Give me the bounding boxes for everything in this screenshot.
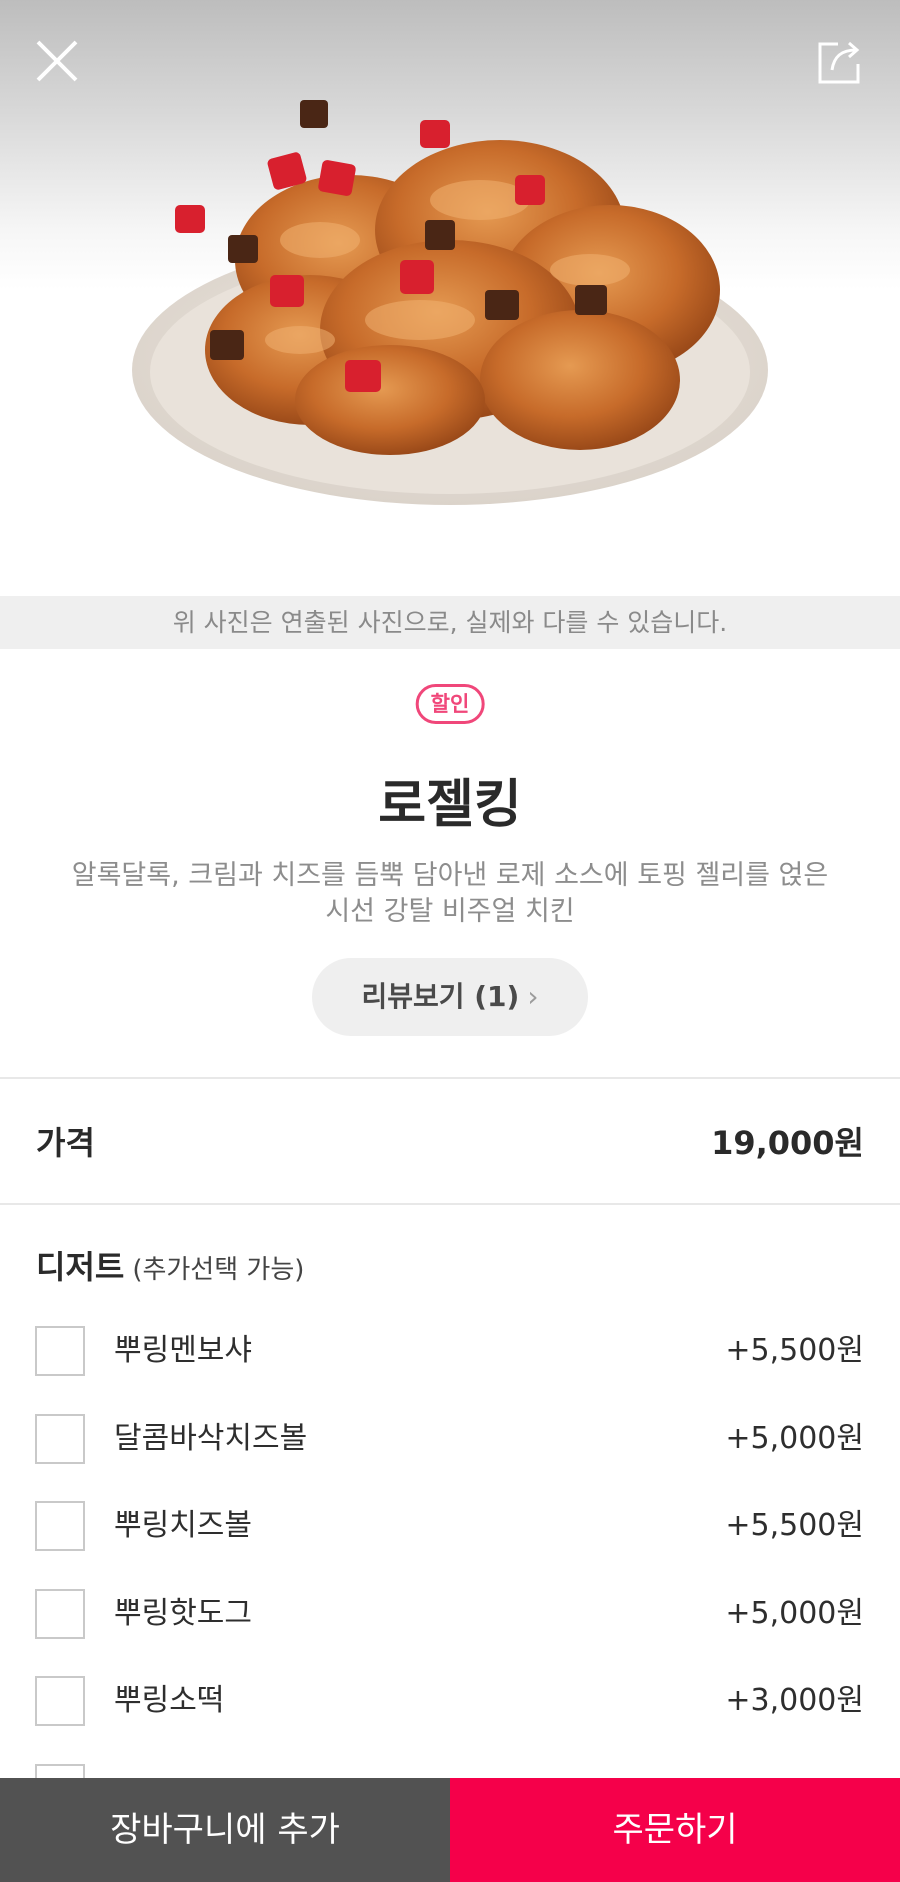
dessert-note: (추가선택 가능) (132, 1255, 305, 1285)
product-title: 로젤킹 (378, 775, 522, 835)
option-price: +5,000원 (725, 1420, 864, 1456)
bottom-action-bar: 장바구니에 추가 주문하기 (0, 1778, 900, 1882)
dessert-option[interactable]: 뿌링치즈볼 +5,500원 (0, 1501, 900, 1589)
dessert-option[interactable]: 뿌링멘보샤 +5,500원 (0, 1326, 900, 1414)
add-to-cart-button[interactable]: 장바구니에 추가 (0, 1778, 450, 1882)
dessert-option[interactable]: 뿌링소떡 +3,000원 (0, 1676, 900, 1764)
product-hero (0, 0, 900, 596)
option-name: 뿌링소떡 (114, 1683, 225, 1718)
option-checkbox[interactable] (35, 1413, 85, 1464)
review-button-label: 리뷰보기 (1) (361, 980, 520, 1013)
option-name: 달콤바삭치즈볼 (114, 1420, 308, 1456)
option-price: +3,000원 (725, 1683, 864, 1718)
photo-disclaimer: 위 사진은 연출된 사진으로, 실제와 다를 수 있습니다. (0, 596, 900, 649)
option-price: +5,000원 (725, 1595, 864, 1631)
option-name: 뿌링핫도그 (114, 1595, 252, 1631)
dessert-section-title: 디저트 (추가선택 가능) (36, 1242, 304, 1288)
review-button[interactable]: 리뷰보기 (1) › (312, 958, 588, 1036)
dessert-title: 디저트 (36, 1248, 125, 1286)
option-checkbox[interactable] (35, 1676, 85, 1726)
dessert-option[interactable]: 달콤바삭치즈볼 +5,000원 (0, 1413, 900, 1502)
discount-badge: 할인 (415, 684, 485, 724)
chicken-photo (132, 100, 768, 505)
order-button[interactable]: 주문하기 (450, 1778, 900, 1882)
option-checkbox[interactable] (35, 1326, 85, 1376)
option-checkbox[interactable] (35, 1588, 85, 1639)
share-button[interactable] (812, 34, 868, 90)
option-price: +5,500원 (725, 1333, 864, 1368)
divider (0, 1077, 900, 1079)
dessert-option[interactable]: 뿌링핫도그 +5,000원 (0, 1588, 900, 1677)
share-icon (818, 41, 860, 84)
dessert-option-list: 뿌링멘보샤 +5,500원 달콤바삭치즈볼 +5,000원 뿌링치즈볼 +5,5… (0, 1326, 900, 1851)
chevron-right-icon: › (527, 980, 539, 1013)
product-description: 알록달록, 크림과 치즈를 듬뿍 담아낸 로제 소스에 토핑 젤리를 얹은 시선… (71, 860, 829, 927)
price-label: 가격 (36, 1124, 95, 1162)
price-value: 19,000원 (711, 1124, 864, 1162)
close-icon (36, 40, 78, 82)
close-button[interactable] (28, 32, 86, 90)
option-name: 뿌링멘보샤 (114, 1333, 252, 1368)
option-checkbox[interactable] (35, 1501, 85, 1551)
option-price: +5,500원 (725, 1508, 864, 1543)
option-name: 뿌링치즈볼 (114, 1508, 252, 1543)
divider (0, 1203, 900, 1205)
